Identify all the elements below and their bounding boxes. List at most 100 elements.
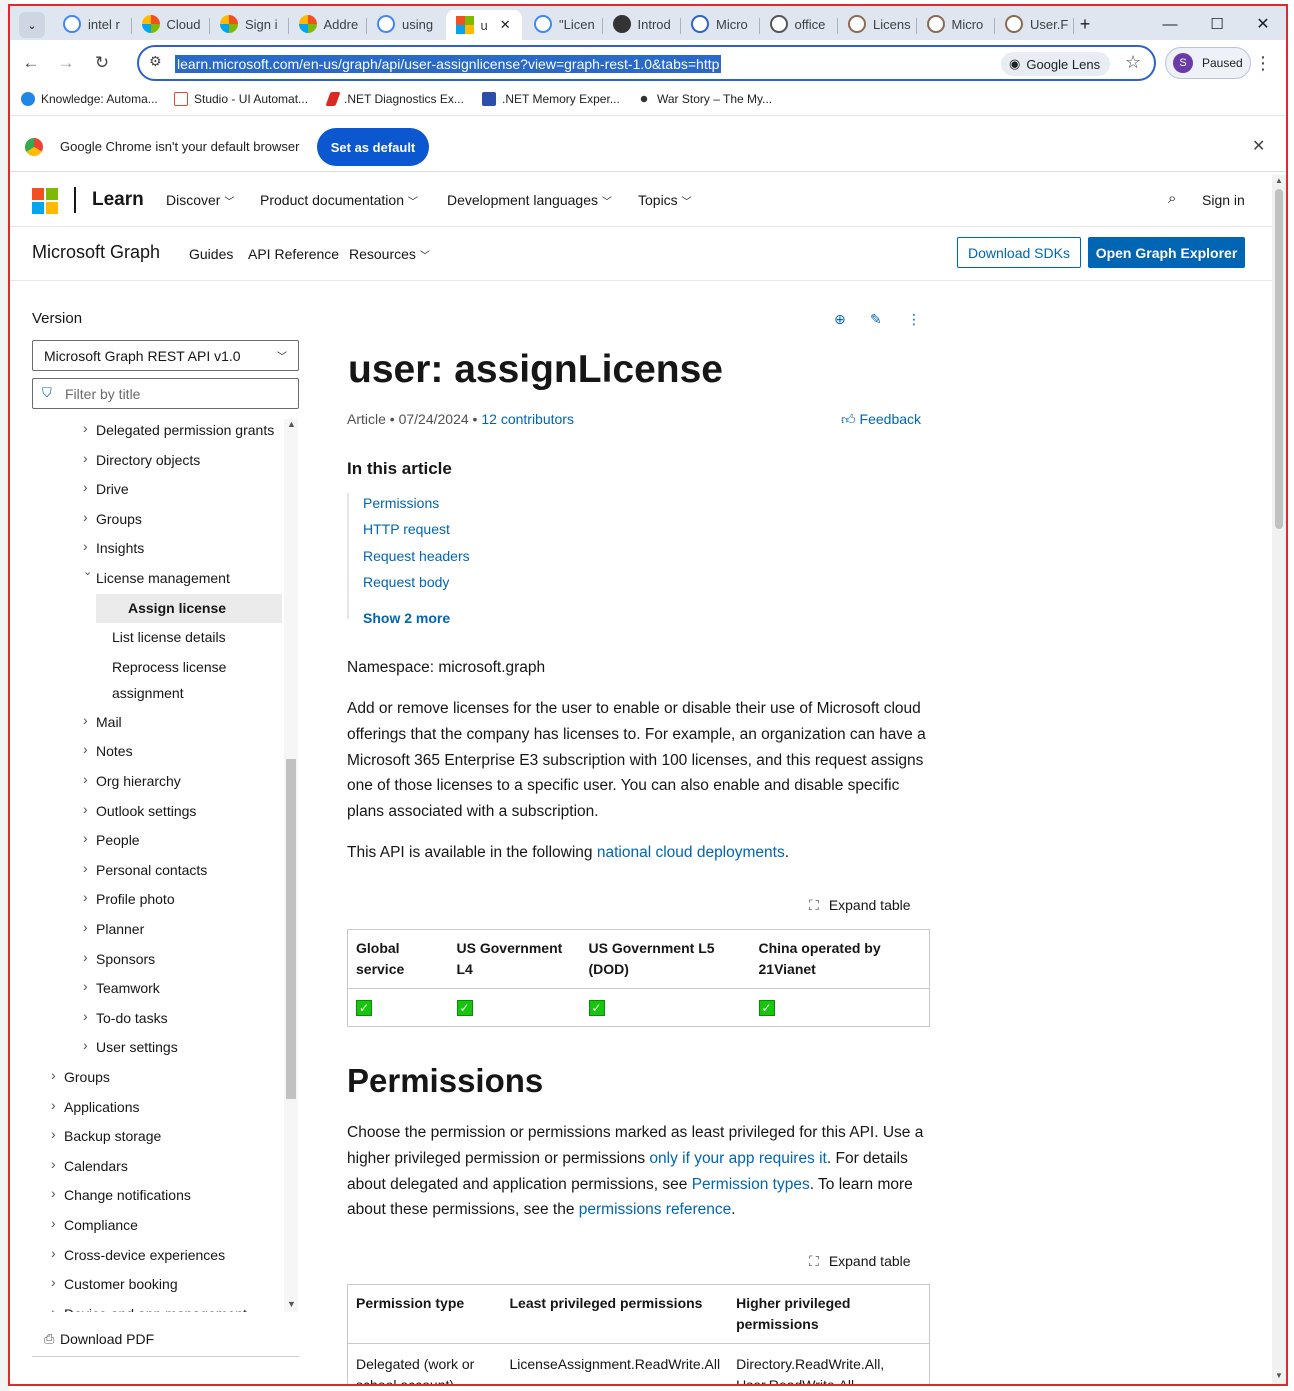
nav-guides[interactable]: Guides: [189, 246, 233, 262]
set-as-default-button[interactable]: Set as default: [317, 128, 429, 166]
toc-item[interactable]: Assign license: [96, 593, 282, 624]
forward-button[interactable]: →: [52, 49, 80, 77]
toc-item[interactable]: People ›: [32, 826, 282, 856]
reload-button[interactable]: ↻: [88, 49, 116, 77]
learn-brand[interactable]: Learn: [92, 189, 144, 211]
version-select[interactable]: Microsoft Graph REST API v1.0 ﹀: [32, 340, 299, 371]
browser-tab[interactable]: Introd: [603, 10, 680, 38]
bookmark-item[interactable]: Knowledge: Automa...: [21, 92, 158, 106]
toc-item[interactable]: Groups ›: [32, 505, 282, 535]
search-icon[interactable]: ⌕: [1168, 190, 1176, 207]
toc-item[interactable]: List license details: [32, 623, 282, 653]
toc-item[interactable]: To-do tasks ›: [32, 1004, 282, 1034]
toc-item[interactable]: Calendars ›: [32, 1152, 282, 1182]
filter-input[interactable]: ⛉ Filter by title: [32, 378, 299, 409]
bookmark-item[interactable]: .NET Diagnostics Ex...: [325, 92, 464, 106]
download-sdks-button[interactable]: Download SDKs: [957, 237, 1081, 268]
sign-in-link[interactable]: Sign in: [1202, 192, 1245, 208]
toc-item[interactable]: Personal contacts ›: [32, 856, 282, 886]
download-pdf-link[interactable]: ⎙ Download PDF: [32, 1327, 299, 1357]
more-menu-icon[interactable]: ⋮: [1249, 49, 1277, 77]
toc-item[interactable]: Profile photo ›: [32, 885, 282, 915]
browser-tab[interactable]: Sign i: [210, 10, 287, 38]
toc-item[interactable]: Device and app management ›: [32, 1300, 282, 1312]
scroll-down-icon[interactable]: ▼: [1275, 1371, 1283, 1380]
nav-resources[interactable]: Resources ﹀: [349, 246, 430, 262]
expand-table-button[interactable]: ⛶ Expand table: [809, 1253, 911, 1270]
toc-item[interactable]: Insights ›: [32, 534, 282, 564]
toc-item[interactable]: Customer booking ›: [32, 1270, 282, 1300]
in-article-link[interactable]: HTTP request: [363, 521, 450, 537]
toc-item[interactable]: Change notifications ›: [32, 1181, 282, 1211]
nav-api-reference[interactable]: API Reference: [248, 246, 339, 262]
toc-item[interactable]: Mail ›: [32, 708, 282, 738]
maximize-button[interactable]: ☐: [1201, 10, 1233, 38]
toc-item[interactable]: Drive ›: [32, 475, 282, 505]
toc-item[interactable]: Org hierarchy ›: [32, 767, 282, 797]
browser-tab[interactable]: intel r: [53, 10, 130, 38]
bookmark-item[interactable]: Studio - UI Automat...: [174, 92, 308, 106]
toc-item[interactable]: Compliance ›: [32, 1211, 282, 1241]
toc-item[interactable]: Backup storage ›: [32, 1122, 282, 1152]
toc-item[interactable]: Notes ›: [32, 737, 282, 767]
toc-scroll-thumb[interactable]: [286, 759, 296, 1099]
toc-scrollbar[interactable]: ▲ ▼: [284, 419, 298, 1312]
toc-item[interactable]: Directory objects ›: [32, 446, 282, 476]
site-info-icon[interactable]: ⚙: [149, 53, 162, 70]
browser-tab[interactable]: Cloud: [132, 10, 209, 38]
bookmark-item[interactable]: .NET Memory Exper...: [482, 92, 620, 106]
microsoft-logo-icon[interactable]: [32, 188, 58, 214]
browser-tab[interactable]: Micro: [917, 10, 994, 38]
back-button[interactable]: ←: [17, 49, 45, 77]
edit-icon[interactable]: ✎: [870, 311, 882, 328]
minimize-button[interactable]: —: [1154, 10, 1186, 38]
page-scrollbar[interactable]: ▲ ▼: [1272, 175, 1286, 1385]
show-more-button[interactable]: Show 2 more: [363, 610, 450, 626]
toc-item[interactable]: Outlook settings ›: [32, 797, 282, 827]
page-scroll-thumb[interactable]: [1275, 189, 1283, 529]
menu-development-languages[interactable]: Development languages ﹀: [447, 192, 612, 208]
close-icon[interactable]: ✕: [1252, 136, 1265, 156]
toc-item[interactable]: Reprocess license assignment: [32, 653, 282, 708]
browser-tab[interactable]: u ✕: [445, 10, 522, 40]
toc-item[interactable]: Delegated permission grants ›: [32, 419, 282, 446]
browser-tab[interactable]: "Licen: [524, 10, 601, 38]
menu-discover[interactable]: Discover ﹀: [166, 192, 234, 208]
browser-tab[interactable]: office: [760, 10, 837, 38]
open-graph-explorer-button[interactable]: Open Graph Explorer: [1088, 237, 1245, 268]
bookmark-item[interactable]: War Story – The My...: [637, 92, 772, 106]
scroll-down-icon[interactable]: ▼: [287, 1299, 296, 1309]
toc-item[interactable]: Applications ›: [32, 1093, 282, 1123]
add-collection-icon[interactable]: ⊕: [834, 311, 846, 328]
new-tab-button[interactable]: +: [1069, 10, 1101, 38]
toc-item[interactable]: Cross-device experiences ›: [32, 1241, 282, 1271]
toc-item[interactable]: User settings ›: [32, 1033, 282, 1063]
browser-tab[interactable]: User.F: [995, 10, 1072, 38]
contributors-link[interactable]: 12 contributors: [481, 411, 574, 427]
tab-search-button[interactable]: ⌄: [19, 12, 45, 38]
in-article-link[interactable]: Request headers: [363, 548, 470, 564]
toc-item[interactable]: Teamwork ›: [32, 974, 282, 1004]
product-title[interactable]: Microsoft Graph: [32, 242, 160, 263]
national-cloud-link[interactable]: national cloud deployments: [597, 844, 785, 861]
menu-product-documentation[interactable]: Product documentation ﹀: [260, 192, 418, 208]
bookmark-star-icon[interactable]: ☆: [1125, 52, 1141, 73]
close-tab-icon[interactable]: ✕: [500, 17, 511, 33]
address-bar[interactable]: ⚙ learn.microsoft.com/en-us/graph/api/us…: [137, 45, 1156, 81]
only-if-required-link[interactable]: only if your app requires it: [649, 1150, 826, 1167]
toc-item[interactable]: Sponsors ›: [32, 945, 282, 975]
profile-button[interactable]: S Paused: [1165, 47, 1251, 79]
menu-topics[interactable]: Topics ﹀: [638, 192, 692, 208]
in-article-link[interactable]: Permissions: [363, 495, 439, 511]
google-lens-button[interactable]: ◉ Google Lens: [1001, 52, 1111, 76]
browser-tab[interactable]: Addre: [289, 10, 366, 38]
browser-tab[interactable]: using: [367, 10, 444, 38]
toc-item[interactable]: Groups ›: [32, 1063, 282, 1093]
expand-table-button[interactable]: ⛶ Expand table: [809, 897, 911, 914]
scroll-up-icon[interactable]: ▲: [287, 419, 296, 429]
browser-tab[interactable]: Micro: [681, 10, 758, 38]
close-window-button[interactable]: ✕: [1247, 10, 1279, 38]
permission-types-link[interactable]: Permission types: [692, 1176, 810, 1193]
browser-tab[interactable]: Licens: [838, 10, 915, 38]
toc-item[interactable]: License management ⌄: [32, 564, 282, 594]
